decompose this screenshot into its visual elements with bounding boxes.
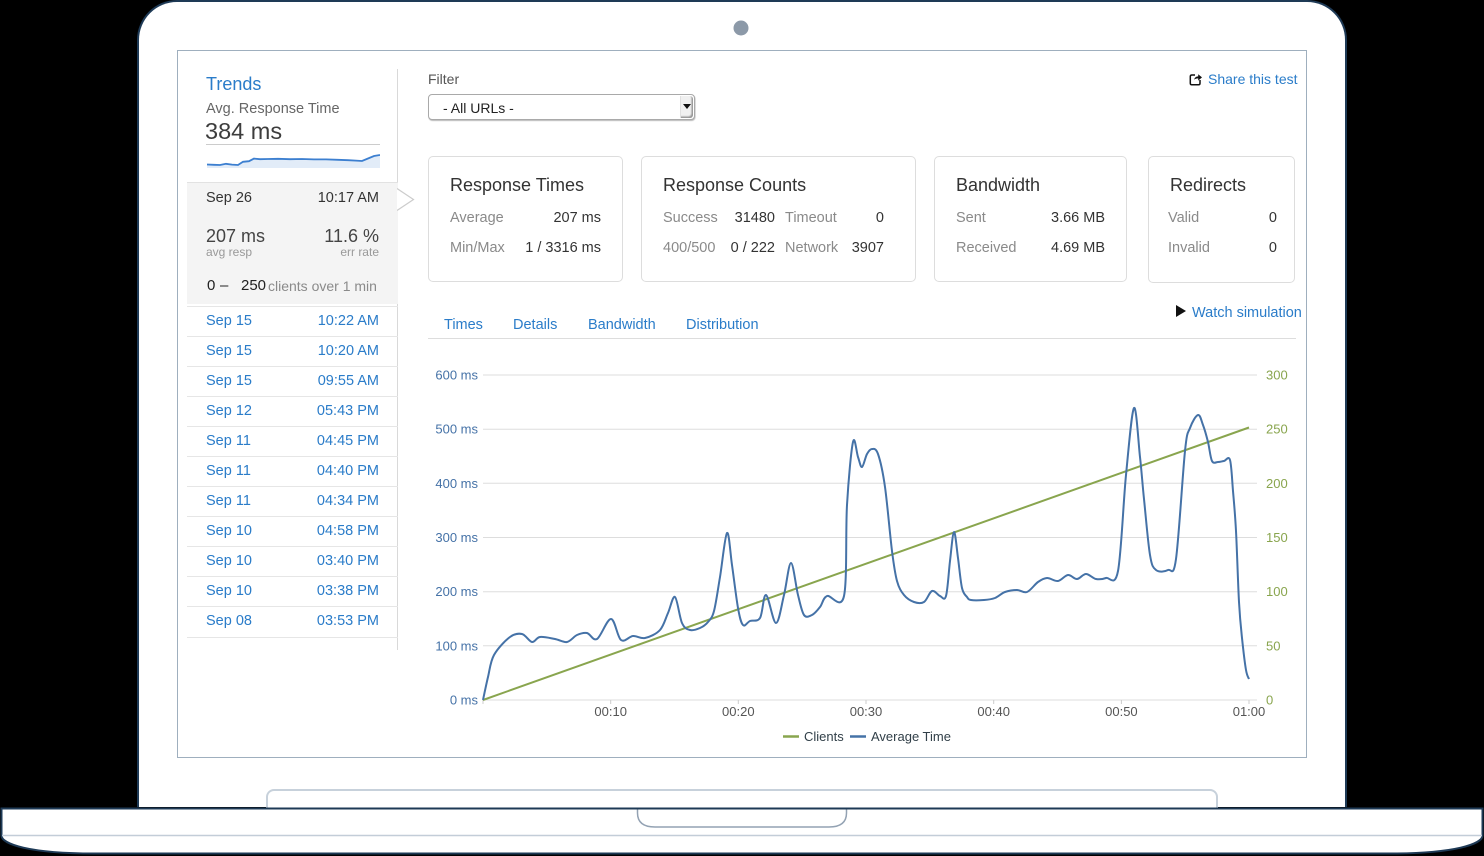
svg-text:01:00: 01:00 xyxy=(1233,704,1266,719)
svg-text:00:50: 00:50 xyxy=(1105,704,1138,719)
svg-text:00:20: 00:20 xyxy=(722,704,755,719)
svg-text:100: 100 xyxy=(1266,584,1288,599)
svg-text:200 ms: 200 ms xyxy=(435,584,478,599)
svg-text:250: 250 xyxy=(1266,422,1288,437)
svg-text:00:10: 00:10 xyxy=(594,704,627,719)
svg-text:100 ms: 100 ms xyxy=(435,638,478,653)
svg-text:600 ms: 600 ms xyxy=(435,368,478,383)
svg-text:0: 0 xyxy=(1266,693,1273,708)
svg-text:Clients: Clients xyxy=(804,729,844,744)
svg-text:500 ms: 500 ms xyxy=(435,422,478,437)
svg-text:300: 300 xyxy=(1266,368,1288,383)
svg-text:Average Time: Average Time xyxy=(871,729,951,744)
svg-text:300 ms: 300 ms xyxy=(435,530,478,545)
svg-text:0 ms: 0 ms xyxy=(450,693,479,708)
svg-text:150: 150 xyxy=(1266,530,1288,545)
svg-text:50: 50 xyxy=(1266,638,1280,653)
svg-text:200: 200 xyxy=(1266,476,1288,491)
svg-text:00:30: 00:30 xyxy=(850,704,883,719)
svg-text:400 ms: 400 ms xyxy=(435,476,478,491)
svg-text:00:40: 00:40 xyxy=(977,704,1010,719)
